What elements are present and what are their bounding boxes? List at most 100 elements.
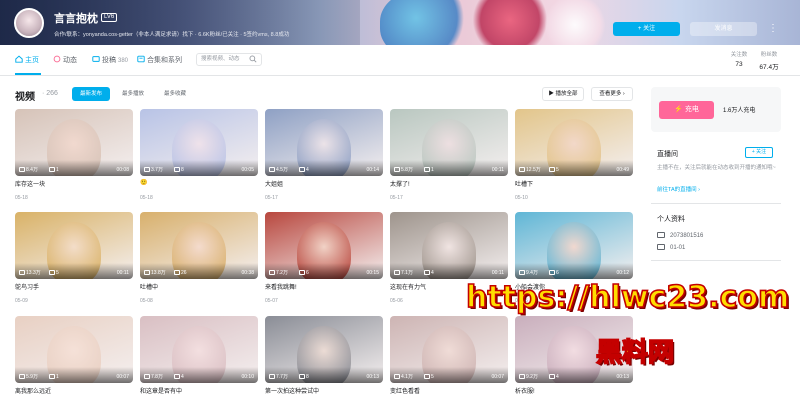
avatar[interactable]	[14, 8, 44, 38]
video-card[interactable]: 13.3万 5 00:11 鸵鸟习手 05-09	[15, 212, 133, 312]
video-duration: 00:38	[241, 270, 254, 276]
video-card[interactable]: 3.7万 8 00:05 🙂 05-18	[140, 109, 258, 209]
video-date: 05-06	[390, 298, 403, 304]
play-count: 7.2万	[269, 269, 288, 276]
more-options-icon[interactable]: ⋮	[768, 22, 778, 36]
video-card[interactable]: 5.8万 1 00:11 太撑了! 05-17	[390, 109, 508, 209]
user-level-badge: LV6	[101, 13, 118, 22]
live-follow-button[interactable]: + 关注	[745, 147, 773, 158]
play-count-value: 3.7万	[151, 167, 163, 173]
home-icon	[15, 55, 23, 63]
see-more-button[interactable]: 查看更多 ›	[591, 87, 633, 101]
profile-info-title: 个人资料	[657, 216, 685, 223]
video-card[interactable]: 7.8万 4 00:10 和这章是否有中	[140, 316, 258, 400]
video-thumbnail[interactable]: 13.8万 26 00:38	[140, 212, 258, 279]
video-thumbnail[interactable]: 7.2万 6 00:15	[265, 212, 383, 279]
play-count-value: 5.8万	[401, 167, 413, 173]
tab-home[interactable]: 主页	[15, 55, 39, 65]
video-card[interactable]: 12.5万 5 00:49 吐槽下 05-10	[515, 109, 633, 209]
followers-stat[interactable]: 粉丝数 67.4万	[749, 50, 789, 71]
comment-count: 6	[299, 270, 309, 276]
id-card-icon	[657, 232, 665, 238]
video-duration: 00:13	[616, 374, 629, 380]
video-duration: 00:14	[366, 167, 379, 173]
follow-button[interactable]: + 关注	[613, 22, 680, 36]
tab-label: 投稿	[102, 57, 116, 64]
comment-count: 1	[49, 167, 59, 173]
video-title[interactable]: 析衣服!	[515, 386, 535, 395]
calendar-icon	[657, 244, 665, 250]
comment-count-value: 4	[181, 374, 184, 380]
video-thumbnail[interactable]: 7.1万 4 00:11	[390, 212, 508, 279]
play-count: 4.5万	[269, 166, 288, 173]
tab-collections[interactable]: 合集和系列	[137, 55, 182, 65]
video-card[interactable]: 7.2万 6 00:15 来看我跳舞! 05-07	[265, 212, 383, 312]
video-title[interactable]: 太撑了!	[390, 179, 410, 188]
feed-icon	[53, 55, 61, 63]
sort-latest-button[interactable]: 最新发布	[72, 87, 110, 101]
video-thumbnail[interactable]: 7.8万 4 00:10	[140, 316, 258, 383]
video-title[interactable]: 吐槽中	[140, 282, 158, 291]
banner-art	[380, 0, 470, 45]
tab-feed[interactable]: 动态	[53, 55, 77, 65]
comment-count-value: 8	[306, 374, 309, 380]
section-title: 视频	[15, 92, 35, 103]
video-thumbnail[interactable]: 13.3万 5 00:11	[15, 212, 133, 279]
comment-count-value: 6	[556, 270, 559, 276]
play-count: 9.2万	[519, 373, 538, 380]
video-title[interactable]: 第一次拍这种尝试中	[265, 386, 319, 395]
sort-most-played-button[interactable]: 最多播放	[114, 87, 152, 101]
stat-label: 粉丝数	[760, 52, 778, 58]
video-card[interactable]: 7.7万 8 00:13 第一次拍这种尝试中	[265, 316, 383, 400]
comment-count: 4	[549, 374, 559, 380]
video-title[interactable]: 鸵鸟习手	[15, 282, 39, 291]
video-title[interactable]: 和这章是否有中	[140, 386, 182, 395]
sidebar-divider	[651, 203, 781, 204]
video-thumbnail[interactable]: 8.4万 1 00:08	[15, 109, 133, 176]
comment-count: 26	[174, 270, 187, 276]
video-thumbnail[interactable]: 4.1万 5 00:07	[390, 316, 508, 383]
video-thumbnail[interactable]: 12.5万 5 00:49	[515, 109, 633, 176]
tab-uploads[interactable]: 投稿 380	[92, 55, 128, 65]
search-icon[interactable]	[249, 55, 257, 63]
video-card[interactable]: 13.8万 26 00:38 吐槽中 05-08	[140, 212, 258, 312]
charge-button[interactable]: ⚡ 充电	[659, 101, 714, 119]
comment-count-value: 5	[56, 270, 59, 276]
play-icon	[269, 270, 275, 275]
message-button[interactable]: 发消息	[690, 22, 757, 36]
video-thumbnail[interactable]: 3.7万 8 00:05	[140, 109, 258, 176]
video-thumbnail[interactable]: 7.7万 8 00:13	[265, 316, 383, 383]
video-title[interactable]: 库存这一块	[15, 179, 45, 188]
video-card[interactable]: 4.1万 5 00:07 变红色看看	[390, 316, 508, 400]
video-card[interactable]: 4.5万 4 00:14 大姐姐 05-17	[265, 109, 383, 209]
video-title[interactable]: 大姐姐	[265, 179, 283, 188]
play-icon	[269, 167, 275, 172]
tab-label: 合集和系列	[147, 57, 182, 64]
search-input[interactable]: 搜索视频、动态	[196, 53, 262, 66]
video-title[interactable]: 这现在有力气	[390, 282, 426, 291]
video-thumbnail[interactable]: 5.9万 1 00:07	[15, 316, 133, 383]
video-title[interactable]: 变红色看看	[390, 386, 420, 395]
video-card[interactable]: 8.4万 1 00:08 库存这一块 05-18	[15, 109, 133, 209]
play-all-button[interactable]: ▶ 播放全部	[542, 87, 584, 101]
birthday-value: 01-01	[670, 245, 686, 251]
banner-art	[470, 0, 550, 45]
comment-icon	[299, 374, 305, 379]
live-room-link[interactable]: 前往TA的直播间 ›	[657, 185, 700, 193]
video-title[interactable]: 吐槽下	[515, 179, 533, 188]
video-thumbnail[interactable]: 4.5万 4 00:14	[265, 109, 383, 176]
play-count: 13.3万	[19, 269, 41, 276]
video-title[interactable]: 🙂	[140, 179, 147, 186]
comment-count-value: 1	[431, 167, 434, 173]
comment-count-value: 6	[306, 270, 309, 276]
video-title[interactable]: 离我那么远近	[15, 386, 51, 395]
sort-most-favorited-button[interactable]: 最多收藏	[156, 87, 194, 101]
live-room-description: 主播不在，关注后就能在动态收到开播的通知哦~	[657, 165, 776, 171]
video-thumbnail[interactable]: 9.4万 6 00:12	[515, 212, 633, 279]
video-duration: 00:05	[241, 167, 254, 173]
video-title[interactable]: 来看我跳舞!	[265, 282, 297, 291]
video-thumbnail[interactable]: 5.8万 1 00:11	[390, 109, 508, 176]
video-date: 05-08	[140, 298, 153, 304]
play-count-value: 7.1万	[401, 270, 413, 276]
video-card[interactable]: 5.9万 1 00:07 离我那么远近	[15, 316, 133, 400]
